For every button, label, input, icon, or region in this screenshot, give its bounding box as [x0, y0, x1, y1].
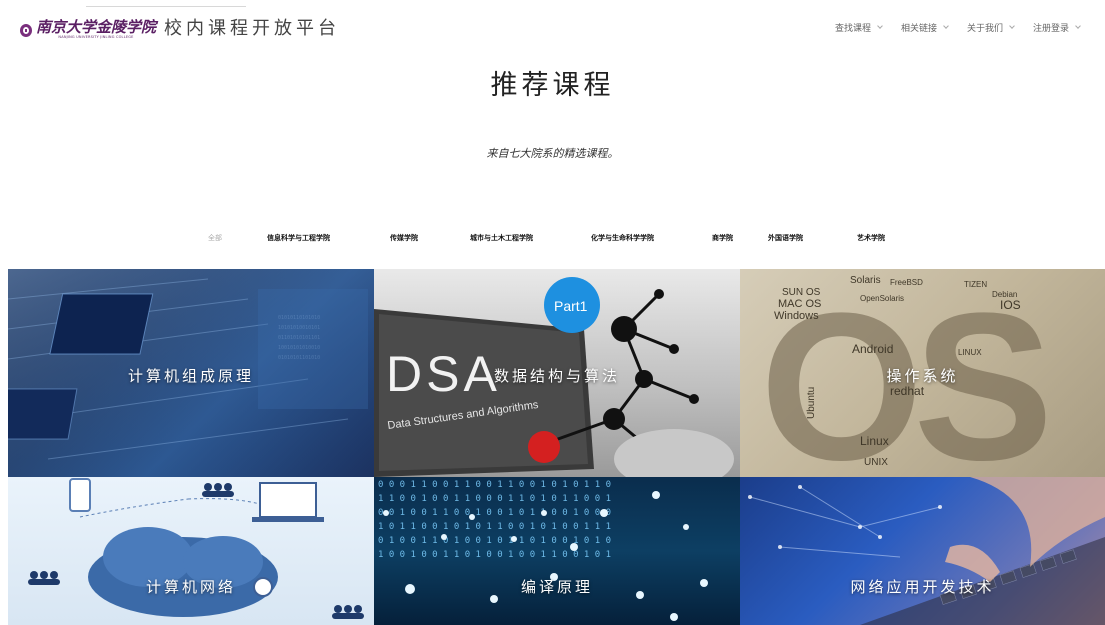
- os-word: Ubuntu: [806, 387, 817, 419]
- nav-register-login[interactable]: 注册登录: [1032, 21, 1081, 34]
- os-word: FreeBSD: [890, 278, 923, 287]
- chevron-down-icon: [1009, 23, 1015, 29]
- course-title: 编译原理: [520, 578, 593, 596]
- header: 南京大学金陵学院 NANJING UNIVERSITY JINLING COLL…: [0, 0, 1105, 56]
- section-subtitle: 来自七大院系的精选课程。: [486, 147, 619, 160]
- svg-text:0 0 1 0 0 1 1 0 0 1 0 0 1 0 1: 0 0 1 0 0 1 1 0 0 1 0 0 1 0 1 1 0 0 1 0 …: [378, 508, 611, 518]
- university-seal-icon: [20, 23, 32, 37]
- filter-civil-engineering[interactable]: 城市与土木工程学院: [470, 233, 533, 243]
- logo-text: 南京大学金陵学院: [36, 18, 157, 36]
- os-word: SUN OS: [782, 287, 821, 298]
- nav-related-links[interactable]: 相关链接: [900, 21, 949, 34]
- nav-label: 注册登录: [1032, 24, 1069, 34]
- svg-text:1 1 0 0 1 0 0 1 1 0 0 0 1 1 0: 1 1 0 0 1 0 0 1 1 0 0 0 1 1 0 1 0 1 1 0 …: [378, 494, 611, 504]
- course-image-binary-lights: 0 0 0 1 1 0 0 1 1 0 0 1 1 0 0 1 0 1 0 1 …: [374, 477, 740, 625]
- chevron-down-icon: [1075, 23, 1081, 29]
- phone-icon: [69, 478, 91, 512]
- filter-info-science[interactable]: 信息科学与工程学院: [267, 233, 330, 243]
- brand[interactable]: 南京大学金陵学院 NANJING UNIVERSITY JINLING COLL…: [20, 18, 341, 40]
- os-word: IOS: [1000, 298, 1021, 312]
- network-illustration: [28, 478, 364, 619]
- course-card-operating-systems[interactable]: OS Solaris SUN OS MAC OS Windows Android…: [740, 269, 1105, 477]
- svg-text:0 0 0 1 1 0 0 1 1 0 0 1 1 0 0: 0 0 0 1 1 0 0 1 1 0 0 1 1 0 0 1 0 1 0 1 …: [378, 480, 611, 490]
- chevron-down-icon: [877, 23, 883, 29]
- users-icon: [332, 605, 364, 619]
- header-top-divider: [86, 6, 246, 7]
- os-word: LINUX: [958, 348, 982, 357]
- os-word: redhat: [890, 384, 925, 398]
- course-card-computer-organization[interactable]: 01010110101010 10101010010101 0110101010…: [8, 269, 374, 477]
- os-word: MAC OS: [778, 298, 821, 310]
- site-title: 校内课程开放平台: [164, 18, 341, 39]
- filter-media[interactable]: 传媒学院: [390, 233, 418, 243]
- svg-text:01101010101101: 01101010101101: [278, 335, 320, 341]
- svg-text:01010110101010: 01010110101010: [278, 315, 320, 321]
- nav-label: 关于我们: [966, 24, 1003, 34]
- nav-label: 相关链接: [900, 24, 937, 34]
- laptop-icon: [259, 482, 317, 518]
- filter-foreign-languages[interactable]: 外国语学院: [768, 233, 803, 243]
- course-grid: 01010110101010 10101010010101 0110101010…: [8, 269, 1105, 625]
- part1-badge: Part1: [554, 298, 588, 314]
- os-word: Solaris: [850, 275, 881, 286]
- chevron-down-icon: [943, 23, 949, 29]
- course-title: 计算机组成原理: [127, 367, 254, 385]
- svg-text:10101010010101: 10101010010101: [278, 325, 320, 331]
- os-word: Android: [852, 342, 893, 356]
- os-word: OpenSolaris: [860, 294, 904, 303]
- course-image-keyboard-hands: [740, 477, 1105, 625]
- course-card-data-structures[interactable]: DSA Data Structures and Algorithms Part1: [374, 269, 740, 477]
- course-title: 数据结构与算法: [493, 367, 620, 385]
- department-filters: 全部 信息科学与工程学院 传媒学院 城市与土木工程学院 化学与生命科学学院 商学…: [0, 233, 1105, 245]
- os-word: TIZEN: [964, 280, 987, 289]
- main-nav: 查找课程 相关链接 关于我们 注册登录: [816, 21, 1081, 34]
- svg-text:01010101101010: 01010101101010: [278, 355, 320, 361]
- os-word: UNIX: [864, 457, 888, 468]
- course-card-computer-networks[interactable]: 计算机网络: [8, 477, 374, 625]
- logo-subtext: NANJING UNIVERSITY JINLING COLLEGE: [58, 35, 134, 39]
- nav-find-courses[interactable]: 查找课程: [834, 21, 883, 34]
- course-title: 计算机网络: [145, 578, 236, 596]
- binary-code-illustration: 0 0 0 1 1 0 0 1 1 0 0 1 1 0 0 1 0 1 0 1 …: [378, 480, 708, 621]
- svg-text:1 0 1 1 0 0 1 0 1 0 1 1 0 0 1: 1 0 1 1 0 0 1 0 1 0 1 1 0 0 1 0 1 0 0 1 …: [378, 522, 611, 532]
- course-title: 网络应用开发技术: [850, 578, 995, 596]
- filter-chemistry-life-science[interactable]: 化学与生命科学学院: [591, 233, 654, 243]
- filter-all[interactable]: 全部: [208, 233, 222, 243]
- svg-text:1 0 0 1 0 0 1 1 0 1 0 0 1 0 0: 1 0 0 1 0 0 1 1 0 1 0 0 1 0 0 1 1 0 0 1 …: [378, 550, 611, 560]
- users-icon: [202, 483, 234, 497]
- course-card-compilers[interactable]: 0 0 0 1 1 0 0 1 1 0 0 1 1 0 0 1 0 1 0 1 …: [374, 477, 740, 625]
- os-word: Linux: [860, 434, 889, 448]
- course-image-network-cloud: [8, 477, 374, 625]
- course-title: 操作系统: [886, 367, 959, 385]
- svg-text:10010101010010: 10010101010010: [278, 345, 320, 351]
- os-word: Windows: [774, 310, 819, 322]
- nav-label: 查找课程: [834, 24, 871, 34]
- nav-about-us[interactable]: 关于我们: [966, 21, 1015, 34]
- university-logo: 南京大学金陵学院 NANJING UNIVERSITY JINLING COLL…: [36, 20, 156, 40]
- keyboard-illustration: [748, 477, 1105, 625]
- os-word: Debian: [992, 290, 1017, 299]
- section-title: 推荐课程: [490, 70, 615, 101]
- filter-arts[interactable]: 艺术学院: [857, 233, 885, 243]
- course-card-web-app-development[interactable]: 网络应用开发技术: [740, 477, 1105, 625]
- filter-business[interactable]: 商学院: [712, 233, 733, 243]
